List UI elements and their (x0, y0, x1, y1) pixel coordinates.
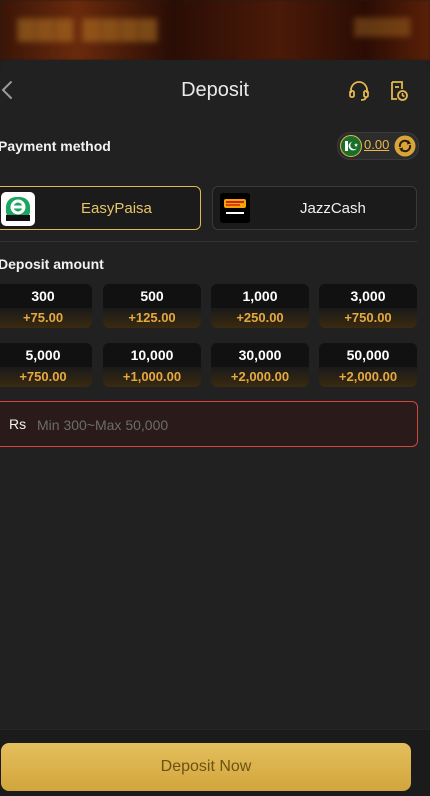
amount-value: 10,000 (130, 347, 174, 363)
amount-bonus: +125.00 (103, 308, 201, 328)
amount-bonus: +750.00 (0, 367, 92, 387)
easypaisa-logo (1, 192, 35, 226)
amount-value: 5,000 (25, 347, 61, 363)
amount-value: 300 (31, 288, 55, 304)
amount-option[interactable]: 300 +75.00 (0, 284, 92, 328)
amount-value: 3,000 (350, 288, 386, 304)
blurred-banner: ▇▇▇ ▇▇▇▇ ▇▇▇▇ (0, 0, 430, 60)
amount-option[interactable]: 1,000 +250.00 (211, 284, 309, 328)
amount-value: 500 (140, 288, 164, 304)
amount-option[interactable]: 3,000 +750.00 (319, 284, 417, 328)
balance-value: 0.00 (364, 137, 390, 152)
method-name: EasyPaisa (81, 200, 152, 217)
deposit-history-button[interactable] (386, 79, 410, 103)
payment-method-label: Payment method (0, 138, 111, 154)
amount-bonus: +750.00 (319, 308, 417, 328)
amount-value: 50,000 (346, 347, 390, 363)
deposit-amount-label: Deposit amount (0, 256, 104, 272)
deposit-sheet: Deposit Payment method 0.00 EasyPaisa Ja… (0, 60, 430, 796)
amount-field: Rs (0, 401, 418, 447)
refresh-icon[interactable] (394, 135, 416, 157)
deposit-now-button[interactable]: Deposit Now (1, 743, 411, 791)
amount-bonus: +75.00 (0, 308, 92, 328)
jazzcash-logo (220, 193, 250, 223)
amount-value: 30,000 (238, 347, 282, 363)
amount-bonus: +2,000.00 (319, 367, 417, 387)
history-document-icon (391, 81, 408, 101)
amount-option[interactable]: 5,000 +750.00 (0, 343, 92, 387)
amount-bonus: +250.00 (211, 308, 309, 328)
bottom-action-bar: Deposit Now (0, 729, 430, 796)
headset-icon (349, 81, 369, 101)
balance-pill: 0.00 (337, 132, 419, 160)
amount-option[interactable]: 10,000 +1,000.00 (103, 343, 201, 387)
currency-prefix: Rs (9, 416, 27, 432)
amount-bonus: +2,000.00 (211, 367, 309, 387)
amount-option[interactable]: 30,000 +2,000.00 (211, 343, 309, 387)
banner-blur: ▇▇▇ ▇▇▇▇ (18, 16, 159, 41)
method-jazzcash[interactable]: JazzCash (212, 186, 417, 230)
pakistan-flag-icon (340, 135, 362, 157)
amount-bonus: +1,000.00 (103, 367, 201, 387)
amount-input[interactable] (35, 412, 399, 438)
deposit-header: Deposit (0, 60, 430, 122)
amount-option[interactable]: 50,000 +2,000.00 (319, 343, 417, 387)
method-name: JazzCash (300, 200, 366, 217)
amount-value: 1,000 (242, 288, 278, 304)
method-easypaisa[interactable]: EasyPaisa (0, 186, 201, 230)
section-divider (0, 241, 417, 242)
amount-option[interactable]: 500 +125.00 (103, 284, 201, 328)
customer-support-button[interactable] (347, 79, 371, 103)
banner-blur-right: ▇▇▇▇ (354, 16, 410, 36)
